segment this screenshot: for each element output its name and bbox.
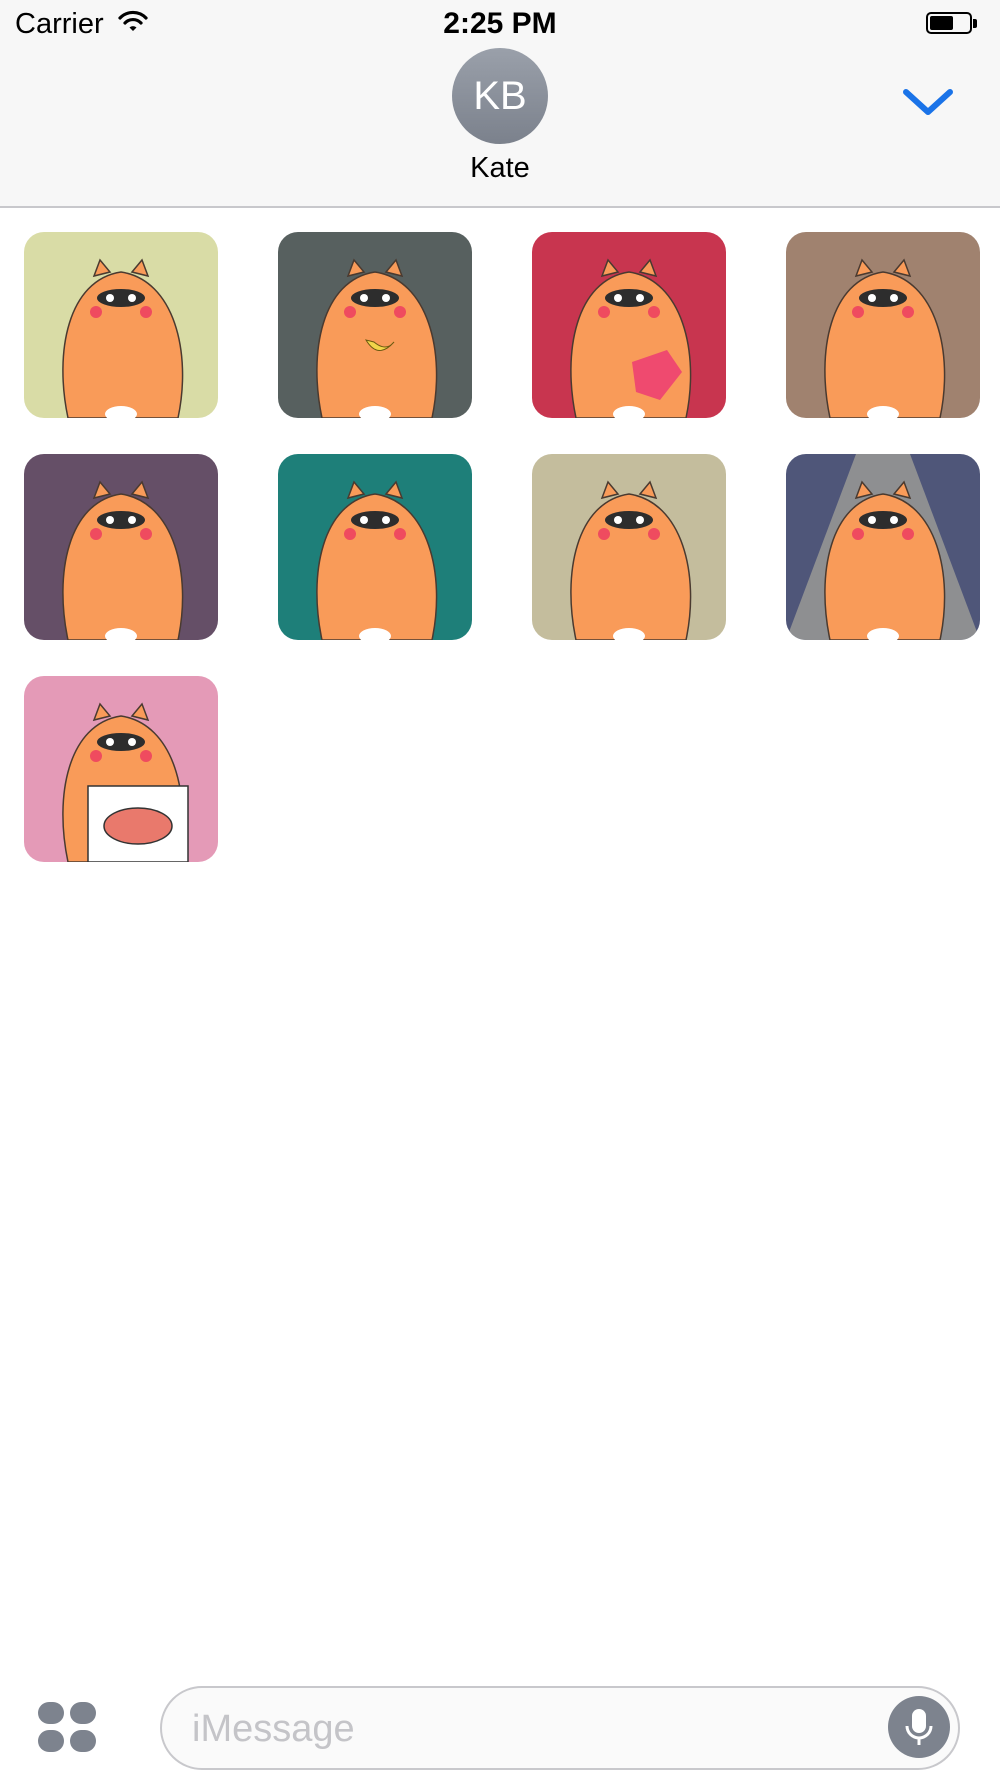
sticker-arms-down[interactable] [24,232,218,418]
chevron-down-icon[interactable] [898,76,958,126]
status-bar: Carrier 2:25 PM [0,0,1000,48]
sticker-looking-up[interactable] [24,454,218,640]
battery-icon [926,12,978,36]
apps-grid-icon[interactable] [36,1700,100,1754]
sticker-lying-down[interactable] [278,454,472,640]
message-input[interactable] [190,1702,844,1756]
sticker-grid [0,208,1000,1658]
clock: 2:25 PM [443,7,557,40]
contact-name[interactable]: Kate [0,152,1000,185]
sticker-holding-sign[interactable] [24,676,218,862]
microphone-icon[interactable] [888,1696,950,1758]
message-input-bar [0,1670,1000,1778]
sticker-spotlight[interactable] [786,454,980,640]
contact-avatar[interactable]: KB [452,48,548,144]
message-field[interactable] [160,1686,960,1770]
sticker-holding-gem[interactable] [532,232,726,418]
sticker-eating-banana[interactable] [278,232,472,418]
conversation-header: KB Kate [0,48,1000,208]
sticker-praying[interactable] [532,454,726,640]
sticker-back-view[interactable] [786,232,980,418]
